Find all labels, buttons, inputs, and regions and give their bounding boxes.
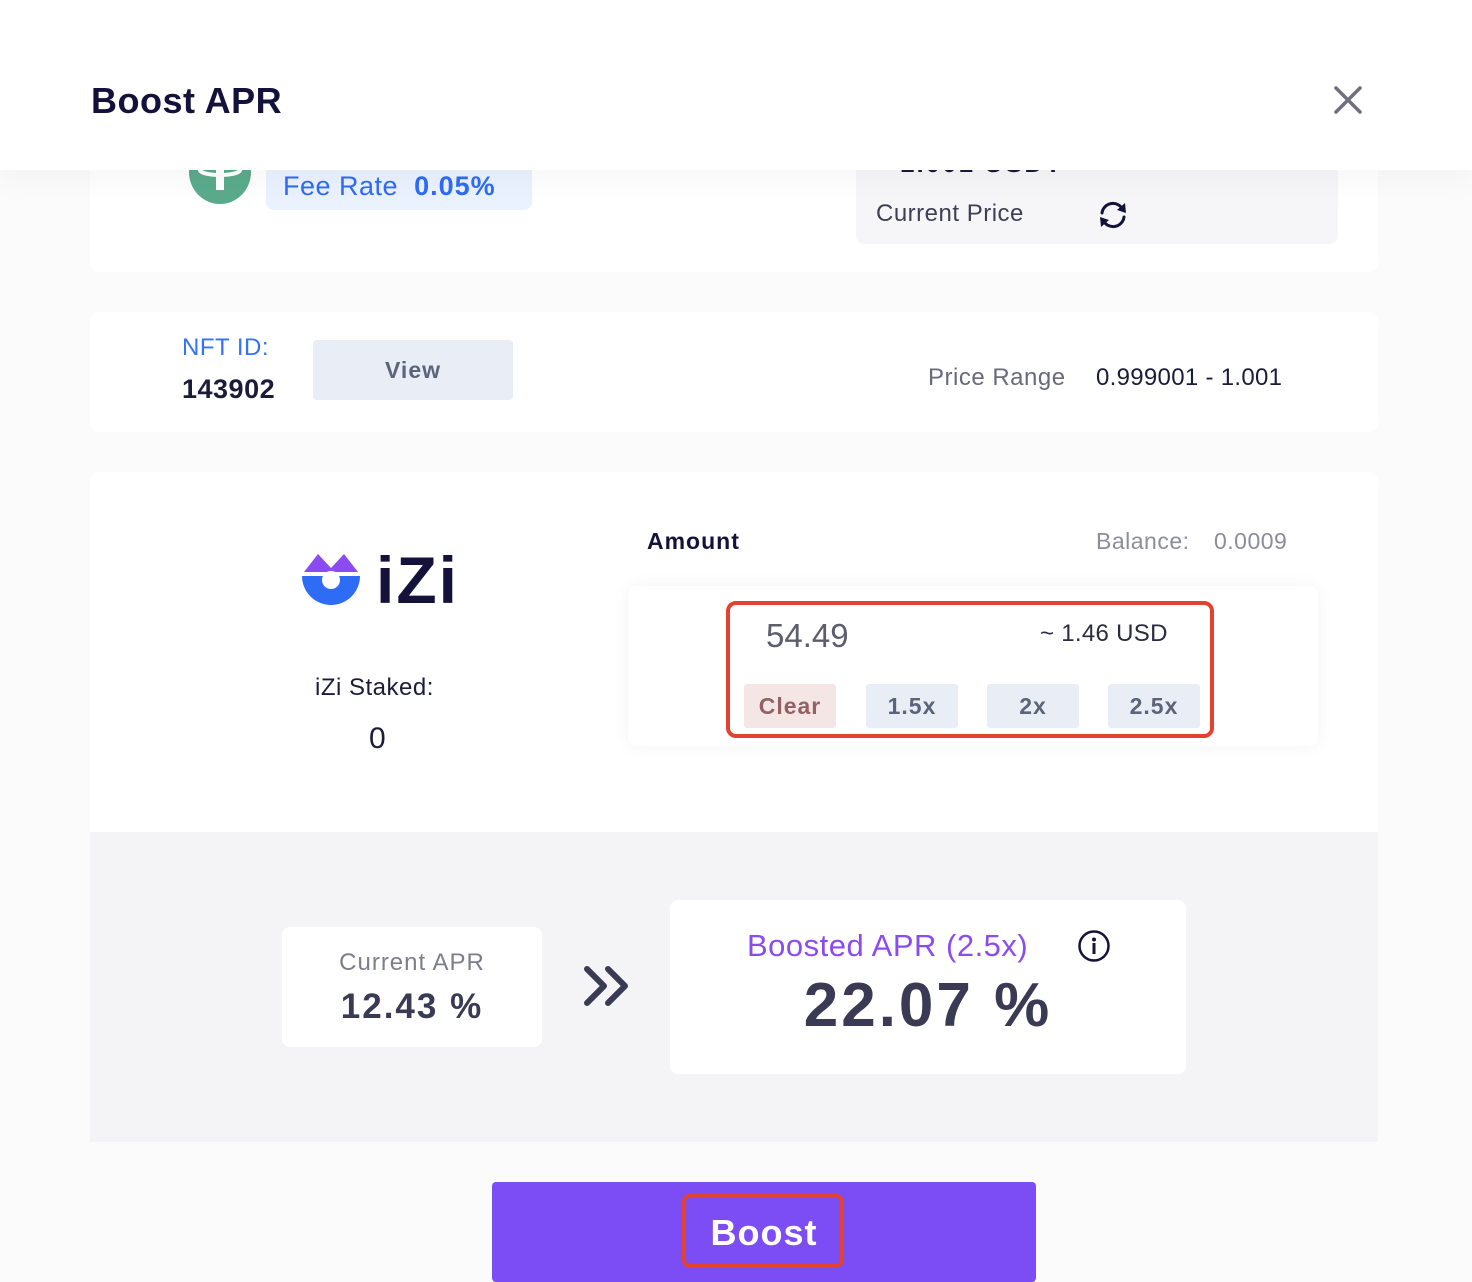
modal-header: Boost APR [0,0,1472,170]
multiplier-2-5x-button[interactable]: 2.5x [1108,684,1200,728]
current-apr-card: Current APR 12.43 % [282,927,542,1047]
multiplier-2x-button[interactable]: 2x [987,684,1079,728]
modal-title: Boost APR [91,80,283,121]
amount-input[interactable] [766,614,1006,658]
view-nft-button[interactable]: View [313,340,513,400]
izi-token-name: iZi [376,543,459,617]
balance-value: 0.0009 [1214,528,1288,554]
amount-panel [628,586,1318,746]
boost-button[interactable]: Boost [492,1182,1036,1282]
usd-equivalent: ~ 1.46 USD [1040,620,1168,647]
double-chevron-right-icon [582,964,632,1008]
refresh-icon[interactable] [1096,198,1130,232]
izi-staked-value: 0 [369,722,386,755]
clear-button[interactable]: Clear [744,684,836,728]
price-range-label: Price Range [928,364,1066,391]
boosted-apr-value: 22.07 % [803,971,1053,1040]
current-apr-value: 12.43 % [340,987,484,1026]
current-apr-label: Current APR [339,949,485,976]
fee-rate-value: 0.05% [414,170,496,201]
izi-logo-icon [300,550,362,612]
izi-staked-label: iZi Staked: [315,674,434,701]
info-icon[interactable] [1077,929,1111,963]
boosted-apr-label: Boosted APR (2.5x) [747,928,1029,963]
nft-id-label: NFT ID: [182,334,270,361]
balance-label: Balance: [1096,528,1190,554]
price-range-value: 0.999001 - 1.001 [1096,364,1283,391]
boost-button-label: Boost [710,1212,818,1253]
fee-rate-label: Fee Rate [283,170,399,201]
multiplier-1-5x-button[interactable]: 1.5x [866,684,958,728]
close-icon[interactable] [1328,80,1368,120]
amount-label: Amount [647,528,740,554]
current-price-label: Current Price [876,200,1024,227]
nft-id-value: 143902 [182,374,276,404]
